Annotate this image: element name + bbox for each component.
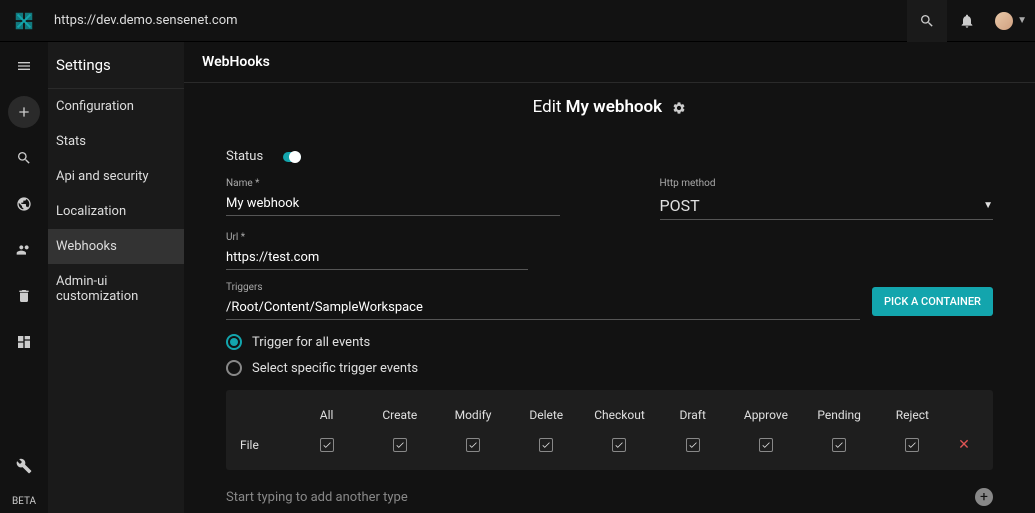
- url-input[interactable]: [226, 246, 528, 270]
- col-delete: Delete: [510, 408, 583, 422]
- beta-label: BETA: [12, 496, 36, 507]
- radio-specific-events[interactable]: Select specific trigger events: [226, 360, 993, 376]
- checkbox-modify[interactable]: [466, 438, 480, 452]
- url-label: Url *: [226, 232, 528, 243]
- gear-icon[interactable]: [672, 101, 686, 115]
- col-reject: Reject: [876, 408, 949, 422]
- http-label: Http method: [660, 178, 994, 189]
- radio-all-events[interactable]: Trigger for all events: [226, 334, 993, 350]
- sidebar-title: Settings: [48, 42, 184, 89]
- content-header: WebHooks: [184, 42, 1035, 83]
- sidebar-item-api-security[interactable]: Api and security: [48, 159, 184, 194]
- checkbox-reject[interactable]: [905, 438, 919, 452]
- pick-container-button[interactable]: PICK A CONTAINER: [872, 287, 993, 316]
- col-checkout: Checkout: [583, 408, 656, 422]
- search-icon[interactable]: [8, 142, 40, 174]
- status-label: Status: [226, 149, 263, 164]
- sidebar-item-configuration[interactable]: Configuration: [48, 89, 184, 124]
- add-button[interactable]: [8, 96, 40, 128]
- chevron-down-icon: ▼: [1017, 15, 1027, 26]
- trash-icon[interactable]: [8, 280, 40, 312]
- col-all: All: [290, 408, 363, 422]
- checkbox-approve[interactable]: [759, 438, 773, 452]
- checkbox-draft[interactable]: [686, 438, 700, 452]
- col-pending: Pending: [803, 408, 876, 422]
- col-create: Create: [363, 408, 436, 422]
- dashboard-icon[interactable]: [8, 326, 40, 358]
- settings-icon[interactable]: [8, 450, 40, 482]
- checkbox-all[interactable]: [320, 438, 334, 452]
- page-title: Edit My webhook: [184, 83, 1035, 131]
- sidebar-item-admin-ui[interactable]: Admin-ui customization: [48, 264, 184, 314]
- chevron-down-icon: ▼: [983, 200, 993, 211]
- triggers-input[interactable]: [226, 296, 860, 320]
- triggers-label: Triggers: [226, 282, 860, 293]
- sidebar-item-webhooks[interactable]: Webhooks: [48, 229, 184, 264]
- checkbox-checkout[interactable]: [612, 438, 626, 452]
- name-label: Name *: [226, 178, 560, 189]
- menu-icon[interactable]: [8, 50, 40, 82]
- sidebar-item-stats[interactable]: Stats: [48, 124, 184, 159]
- app-logo[interactable]: [0, 10, 48, 32]
- col-modify: Modify: [436, 408, 509, 422]
- status-toggle[interactable]: [283, 152, 301, 162]
- add-type-button[interactable]: +: [975, 488, 993, 506]
- sidebar-item-localization[interactable]: Localization: [48, 194, 184, 229]
- globe-icon[interactable]: [8, 188, 40, 220]
- checkbox-delete[interactable]: [539, 438, 553, 452]
- checkbox-create[interactable]: [393, 438, 407, 452]
- url-display: https://dev.demo.sensenet.com: [48, 13, 907, 28]
- notifications-icon[interactable]: [947, 0, 987, 42]
- checkbox-pending[interactable]: [832, 438, 846, 452]
- add-type-input[interactable]: Start typing to add another type: [226, 490, 975, 505]
- remove-row-icon[interactable]: ✕: [958, 437, 970, 453]
- col-draft: Draft: [656, 408, 729, 422]
- avatar: [995, 12, 1013, 30]
- col-approve: Approve: [729, 408, 802, 422]
- search-button[interactable]: [907, 0, 947, 42]
- user-menu[interactable]: ▼: [987, 12, 1035, 30]
- name-input[interactable]: [226, 192, 560, 216]
- users-icon[interactable]: [8, 234, 40, 266]
- http-method-select[interactable]: POST ▼: [660, 192, 994, 220]
- row-file-label: File: [240, 438, 290, 452]
